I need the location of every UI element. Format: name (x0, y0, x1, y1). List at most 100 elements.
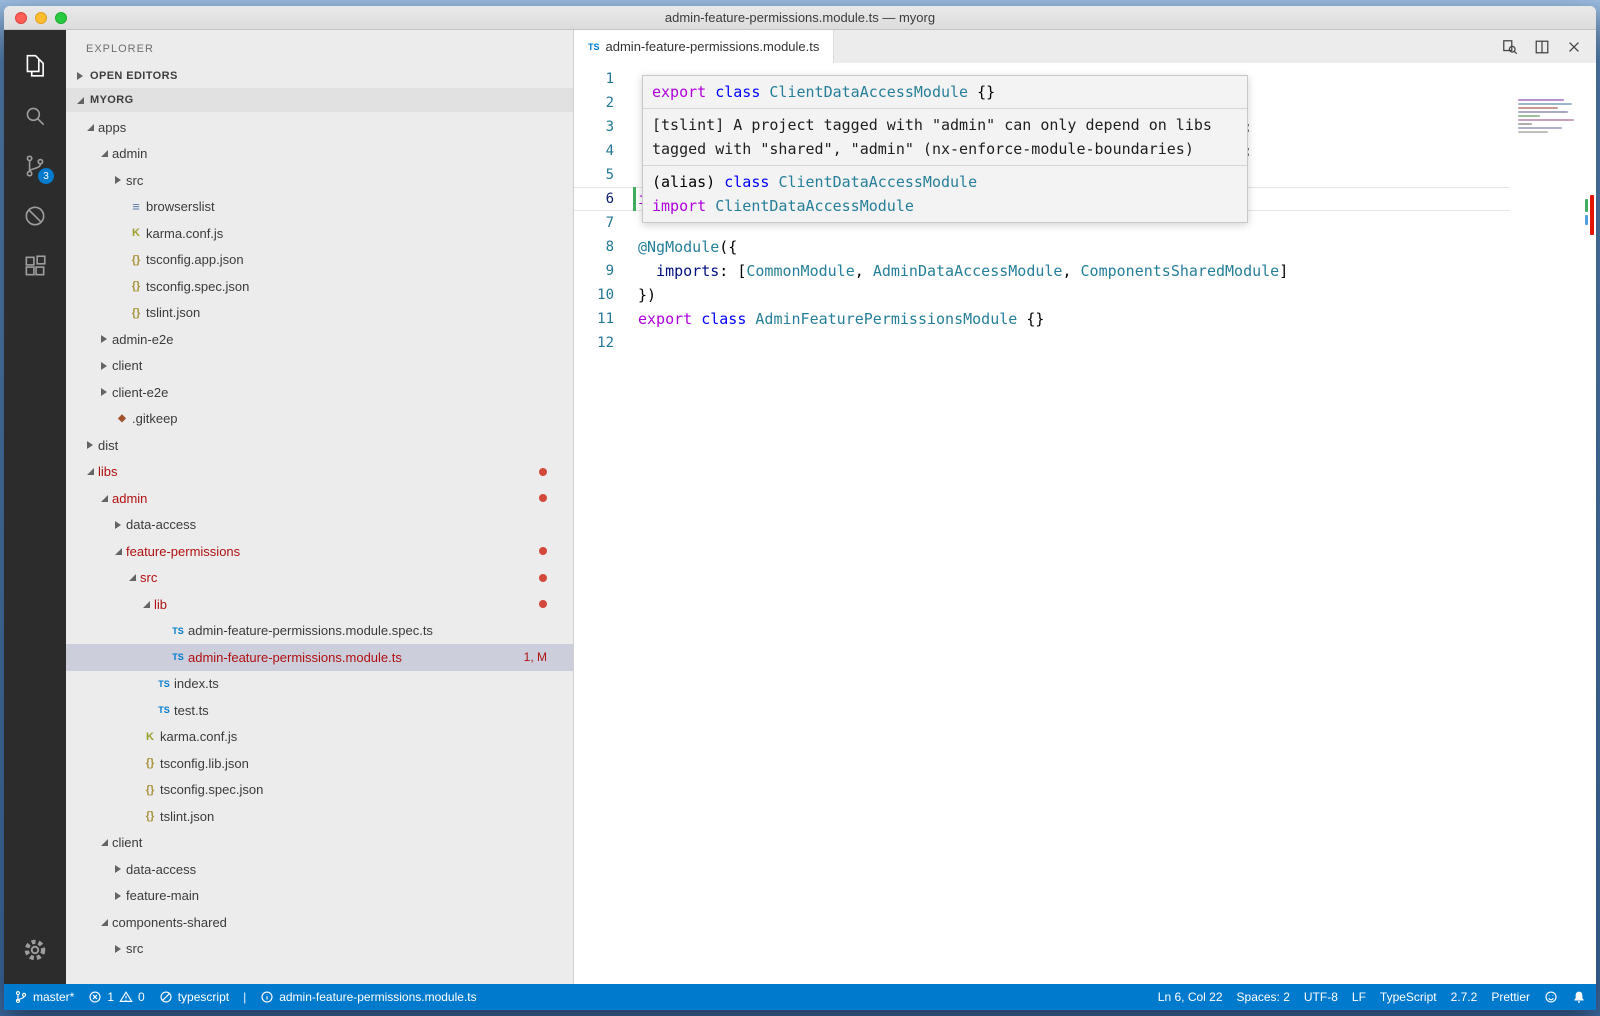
twisty-icon (96, 150, 112, 157)
tree-item-.gitkeep[interactable]: ◆.gitkeep (66, 406, 573, 433)
open-editors-section[interactable]: OPEN EDITORS (66, 64, 573, 88)
git-branch-indicator[interactable]: master* (14, 990, 74, 1004)
language-mode-indicator[interactable]: TypeScript (1380, 990, 1437, 1004)
tree-item-apps[interactable]: apps (66, 114, 573, 141)
line-number[interactable]: 12 (574, 331, 638, 355)
line-number[interactable]: 2 (574, 91, 638, 115)
tree-item-client[interactable]: client (66, 830, 573, 857)
minimap[interactable] (1518, 99, 1580, 145)
twisty-icon (138, 601, 154, 608)
line-number[interactable]: 11 (574, 307, 638, 331)
split-editor-icon[interactable] (1534, 39, 1550, 55)
tree-item-label: tsconfig.lib.json (160, 756, 249, 771)
tree-item-karma.conf.js[interactable]: Kkarma.conf.js (66, 220, 573, 247)
ts-file-icon: TS (168, 626, 188, 636)
line-number[interactable]: 3 (574, 115, 638, 139)
tree-item-feature-main[interactable]: feature-main (66, 883, 573, 910)
tree-item-label: browserslist (146, 199, 215, 214)
tree-item-dist[interactable]: dist (66, 432, 573, 459)
scm-badge: 3 (38, 168, 54, 184)
extensions-icon[interactable] (15, 246, 55, 286)
tree-item-lib[interactable]: lib (66, 591, 573, 618)
line-number[interactable]: 9 (574, 259, 638, 283)
settings-gear-icon[interactable] (15, 930, 55, 970)
line-number[interactable]: 10 (574, 283, 638, 307)
problems-indicator[interactable]: 1 0 (88, 990, 144, 1004)
tree-item-admin-e2e[interactable]: admin-e2e (66, 326, 573, 353)
modified-dot-icon (539, 494, 547, 502)
warning-icon (119, 990, 133, 1004)
line-number[interactable]: 7 (574, 211, 638, 235)
tree-item-tsconfig.lib.json[interactable]: {}tsconfig.lib.json (66, 750, 573, 777)
tree-item-tsconfig.app.json[interactable]: {}tsconfig.app.json (66, 247, 573, 274)
hover-signature: export class ClientDataAccessModule {} (643, 76, 1247, 108)
close-window-button[interactable] (15, 12, 27, 24)
formatter-indicator[interactable]: Prettier (1491, 990, 1530, 1004)
tree-item-admin[interactable]: admin (66, 485, 573, 512)
tree-item-components-shared[interactable]: components-shared (66, 909, 573, 936)
editor-tab[interactable]: TS admin-feature-permissions.module.ts (574, 30, 834, 63)
tree-item-tsconfig.spec.json[interactable]: {}tsconfig.spec.json (66, 777, 573, 804)
tree-item-tslint.json[interactable]: {}tslint.json (66, 300, 573, 327)
twisty-icon (110, 548, 126, 555)
search-icon[interactable] (15, 96, 55, 136)
editor-actions (1502, 30, 1582, 63)
tree-item-karma.conf.js[interactable]: Kkarma.conf.js (66, 724, 573, 751)
line-number[interactable]: 6 (574, 187, 638, 211)
code-line-10[interactable]: 10}) (574, 283, 1510, 307)
tree-item-data-access[interactable]: data-access (66, 512, 573, 539)
tree-item-client[interactable]: client (66, 353, 573, 380)
code-line-9[interactable]: 9 imports: [CommonModule, AdminDataAcces… (574, 259, 1510, 283)
tree-item-client-e2e[interactable]: client-e2e (66, 379, 573, 406)
tree-item-feature-permissions[interactable]: feature-permissions (66, 538, 573, 565)
notifications-bell-icon[interactable] (1572, 990, 1586, 1004)
tree-item-src[interactable]: src (66, 565, 573, 592)
line-number[interactable]: 8 (574, 235, 638, 259)
explorer-icon[interactable] (15, 46, 55, 86)
tree-item-tsconfig.spec.json[interactable]: {}tsconfig.spec.json (66, 273, 573, 300)
tree-item-index.ts[interactable]: TSindex.ts (66, 671, 573, 698)
tree-item-label: client (112, 358, 142, 373)
cursor-position-indicator[interactable]: Ln 6, Col 22 (1158, 990, 1223, 1004)
zoom-window-button[interactable] (55, 12, 67, 24)
editor-group: TS admin-feature-permissions.module.ts 1… (574, 30, 1596, 984)
debug-icon[interactable] (15, 196, 55, 236)
tree-item-src[interactable]: src (66, 936, 573, 963)
tree-item-tslint.json[interactable]: {}tslint.json (66, 803, 573, 830)
tree-item-label: data-access (126, 862, 196, 877)
source-control-icon[interactable]: 3 (15, 146, 55, 186)
encoding-indicator[interactable]: UTF-8 (1304, 990, 1338, 1004)
line-number[interactable]: 1 (574, 67, 638, 91)
workspace-root-label: MYORG (90, 94, 134, 106)
open-preview-icon[interactable] (1502, 39, 1518, 55)
tslint-status[interactable]: typescript (159, 990, 229, 1004)
tree-item-label: feature-permissions (126, 544, 240, 559)
tree-item-admin[interactable]: admin (66, 141, 573, 168)
tree-item-libs[interactable]: libs (66, 459, 573, 486)
typescript-version-indicator[interactable]: 2.7.2 (1451, 990, 1478, 1004)
tree-item-browserslist[interactable]: ≡browserslist (66, 194, 573, 221)
braces-file-icon: {} (126, 307, 146, 319)
tree-item-test.ts[interactable]: TStest.ts (66, 697, 573, 724)
line-number[interactable]: 4 (574, 139, 638, 163)
tree-item-admin-feature-permissions.module.ts[interactable]: TSadmin-feature-permissions.module.ts1, … (66, 644, 573, 671)
traffic-lights (15, 6, 67, 29)
overview-ruler[interactable] (1585, 63, 1594, 984)
line-number[interactable]: 5 (574, 163, 638, 187)
twisty-icon (96, 919, 112, 926)
feedback-smiley-icon[interactable] (1544, 990, 1558, 1004)
eol-indicator[interactable]: LF (1352, 990, 1366, 1004)
workspace-root-section[interactable]: MYORG (66, 88, 573, 112)
code-line-12[interactable]: 12 (574, 331, 1510, 355)
minimize-window-button[interactable] (35, 12, 47, 24)
activity-bar: 3 (4, 30, 66, 984)
tree-item-src[interactable]: src (66, 167, 573, 194)
tree-item-admin-feature-permissions.module.spec.ts[interactable]: TSadmin-feature-permissions.module.spec.… (66, 618, 573, 645)
close-editor-icon[interactable] (1566, 39, 1582, 55)
active-file-indicator[interactable]: admin-feature-permissions.module.ts (260, 990, 476, 1004)
code-line-11[interactable]: 11export class AdminFeaturePermissionsMo… (574, 307, 1510, 331)
code-line-8[interactable]: 8@NgModule({ (574, 235, 1510, 259)
indentation-indicator[interactable]: Spaces: 2 (1237, 990, 1290, 1004)
code-area[interactable]: 123 ;4 ';56import { ClientDataAccessModu… (574, 63, 1596, 984)
tree-item-data-access[interactable]: data-access (66, 856, 573, 883)
